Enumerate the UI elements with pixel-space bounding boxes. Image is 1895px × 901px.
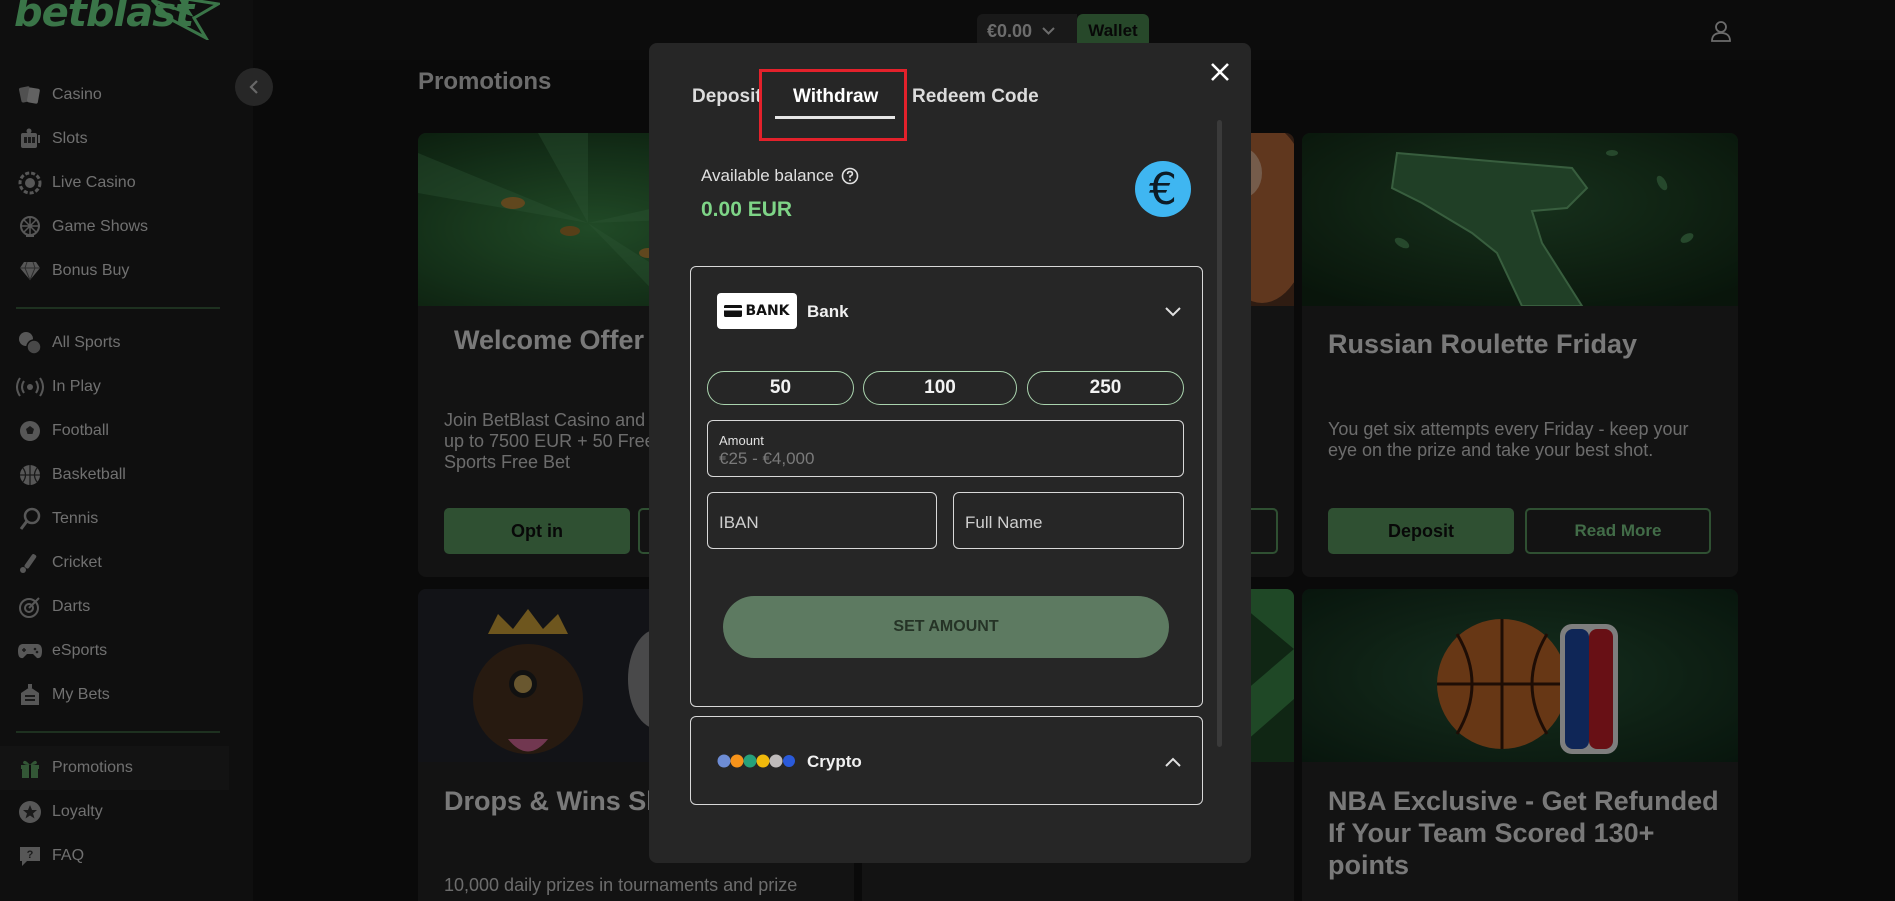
full-name-field[interactable]: Full Name [953,492,1184,549]
amount-chip-250[interactable]: 250 [1027,371,1184,405]
tab-deposit[interactable]: Deposit [692,86,762,108]
card-icon [724,305,743,317]
modal-scrollbar[interactable] [1217,120,1222,747]
iban-placeholder: IBAN [719,513,759,532]
bank-method-panel: BANK Bank 50 100 250 Amount €25 - €4,000… [690,266,1203,707]
chevron-down-icon [1165,307,1181,317]
amount-field[interactable]: Amount €25 - €4,000 [707,420,1184,477]
chevron-up-icon [1165,757,1181,767]
amount-label: Amount [719,433,764,448]
amount-chip-50[interactable]: 50 [707,371,854,405]
amount-placeholder: €25 - €4,000 [719,449,815,468]
tab-redeem-code[interactable]: Redeem Code [912,86,1039,108]
available-balance: Available balance [701,166,859,186]
help-circle-icon[interactable] [841,167,859,185]
crypto-method-name: Crypto [807,752,862,771]
tab-highlight-box [759,69,907,141]
amount-chip-100[interactable]: 100 [863,371,1017,405]
bank-method-name: Bank [807,302,849,321]
bank-logo-text: BANK [745,303,790,319]
wallet-modal: Deposit Withdraw Redeem Code Available b… [649,43,1251,863]
euro-currency-icon: € [1135,161,1191,217]
available-balance-label: Available balance [701,166,834,185]
close-icon[interactable] [1208,60,1232,84]
bank-method-header[interactable]: BANK Bank [691,267,1202,355]
crypto-coins-icon [717,754,795,768]
iban-field[interactable]: IBAN [707,492,937,549]
full-name-placeholder: Full Name [965,513,1043,532]
available-balance-value: 0.00 EUR [701,198,793,221]
bank-logo: BANK [717,293,797,329]
set-amount-button[interactable]: SET AMOUNT [723,596,1169,658]
crypto-method-panel[interactable]: Crypto [690,716,1203,805]
